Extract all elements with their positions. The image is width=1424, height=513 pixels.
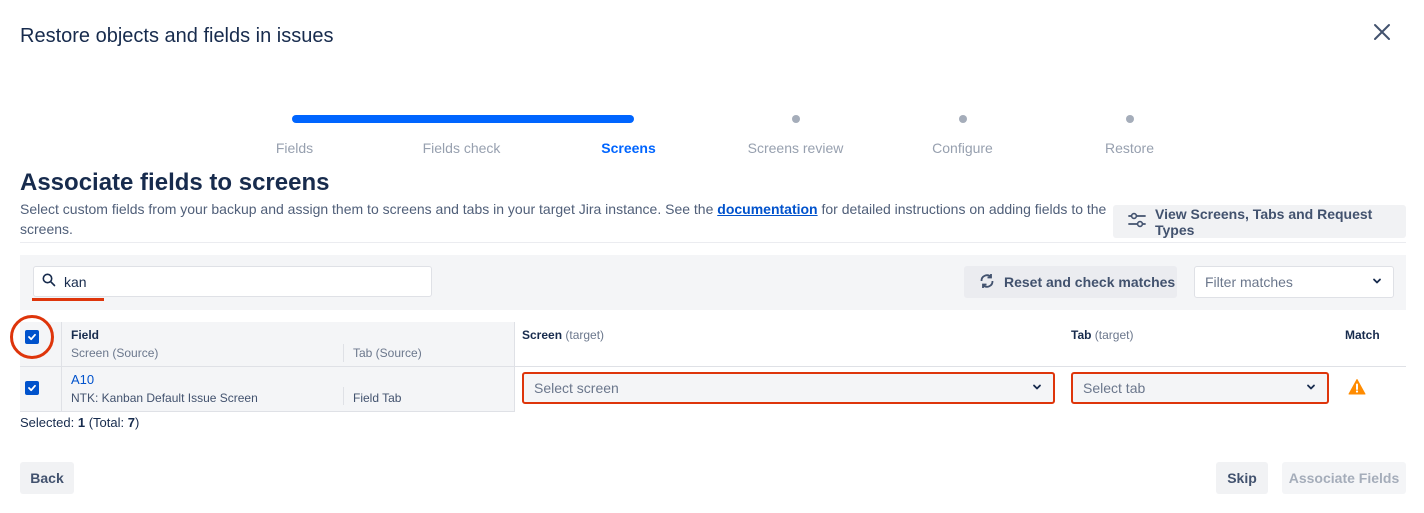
header-tab-source: Tab (Source) xyxy=(353,346,422,360)
search-icon xyxy=(42,273,56,290)
step-label: Screens review xyxy=(747,140,844,156)
row-checkbox[interactable] xyxy=(25,381,39,395)
total-count: 7 xyxy=(127,415,135,430)
step-label: Restore xyxy=(1104,140,1155,156)
view-screens-label: View Screens, Tabs and Request Types xyxy=(1155,205,1373,238)
selected-label: Selected: xyxy=(20,415,75,430)
dialog-title: Restore objects and fields in issues xyxy=(20,25,334,47)
total-close: ) xyxy=(134,415,140,430)
step-label: Screens xyxy=(601,140,656,156)
chevron-down-icon xyxy=(1371,274,1383,290)
section-description: Select custom fields from your backup an… xyxy=(20,199,1110,239)
section-title: Associate fields to screens xyxy=(20,169,330,196)
select-screen-placeholder: Select screen xyxy=(534,380,619,396)
step-screens-review: Screens review xyxy=(712,110,879,160)
header-divider xyxy=(20,366,1406,367)
select-screen-dropdown[interactable]: Select screen xyxy=(522,372,1055,404)
column-separator xyxy=(343,387,344,405)
step-fields-check: Fields check xyxy=(378,110,545,160)
header-tab-label: Tab xyxy=(1071,328,1092,342)
reset-label: Reset and check matches xyxy=(1004,274,1176,290)
step-configure: Configure xyxy=(879,110,1046,160)
refresh-icon xyxy=(978,272,996,293)
column-separator xyxy=(514,322,515,412)
step-fields: Fields xyxy=(211,110,378,160)
back-button[interactable]: Back xyxy=(20,462,74,494)
tab-source-cell: Field Tab xyxy=(353,391,402,405)
header-tab-target: Tab (target) xyxy=(1071,328,1133,342)
header-target-suffix: (target) xyxy=(565,328,605,342)
warning-icon xyxy=(1348,378,1366,396)
step-dot xyxy=(1125,115,1134,123)
header-screen-target: Screen (target) xyxy=(522,328,604,342)
step-restore: Restore xyxy=(1046,110,1213,160)
chevron-down-icon xyxy=(1031,380,1043,396)
step-label: Configure xyxy=(932,140,993,156)
close-icon[interactable] xyxy=(1370,20,1394,44)
filter-toolbar: kan Reset and check matches Filter match… xyxy=(20,255,1406,310)
skip-button[interactable]: Skip xyxy=(1216,462,1268,494)
table-bottom-line xyxy=(20,411,514,412)
view-screens-button[interactable]: View Screens, Tabs and Request Types xyxy=(1113,205,1406,238)
field-name-link[interactable]: A10 xyxy=(71,372,94,387)
select-tab-placeholder: Select tab xyxy=(1083,380,1146,396)
step-label: Fields check xyxy=(422,140,501,156)
selection-summary: Selected: 1 (Total: 7) xyxy=(20,415,139,430)
chevron-down-icon xyxy=(1305,380,1317,396)
associate-fields-button[interactable]: Associate Fields xyxy=(1282,462,1406,494)
header-field: Field xyxy=(71,328,100,342)
total-label: (Total: xyxy=(88,415,125,430)
header-match: Match xyxy=(1345,328,1380,342)
reset-and-check-button[interactable]: Reset and check matches xyxy=(964,266,1177,298)
column-separator xyxy=(343,344,344,362)
select-tab-dropdown[interactable]: Select tab xyxy=(1071,372,1329,404)
settings-sliders-icon xyxy=(1127,212,1147,231)
divider xyxy=(20,242,1406,243)
description-text: Select custom fields from your backup an… xyxy=(20,201,718,217)
header-screen-source: Screen (Source) xyxy=(71,346,159,360)
filter-placeholder: Filter matches xyxy=(1205,274,1293,290)
screen-source-cell: NTK: Kanban Default Issue Screen xyxy=(71,391,258,405)
column-separator xyxy=(61,322,62,412)
header-target-suffix: (target) xyxy=(1094,328,1134,342)
select-all-checkbox[interactable] xyxy=(25,330,39,344)
filter-matches-select[interactable]: Filter matches xyxy=(1194,266,1394,298)
search-input[interactable]: kan xyxy=(33,266,432,297)
header-screen-label: Screen xyxy=(522,328,563,342)
progress-stepper: Fields Fields check Screens Screens revi… xyxy=(211,110,1213,160)
selected-count: 1 xyxy=(77,415,86,430)
step-dot xyxy=(791,115,800,123)
search-highlight-underline xyxy=(32,298,104,301)
step-label: Fields xyxy=(275,140,314,156)
documentation-link[interactable]: documentation xyxy=(717,201,817,217)
step-dot xyxy=(958,115,967,123)
search-value: kan xyxy=(64,273,87,290)
step-screens: Screens xyxy=(545,110,712,160)
